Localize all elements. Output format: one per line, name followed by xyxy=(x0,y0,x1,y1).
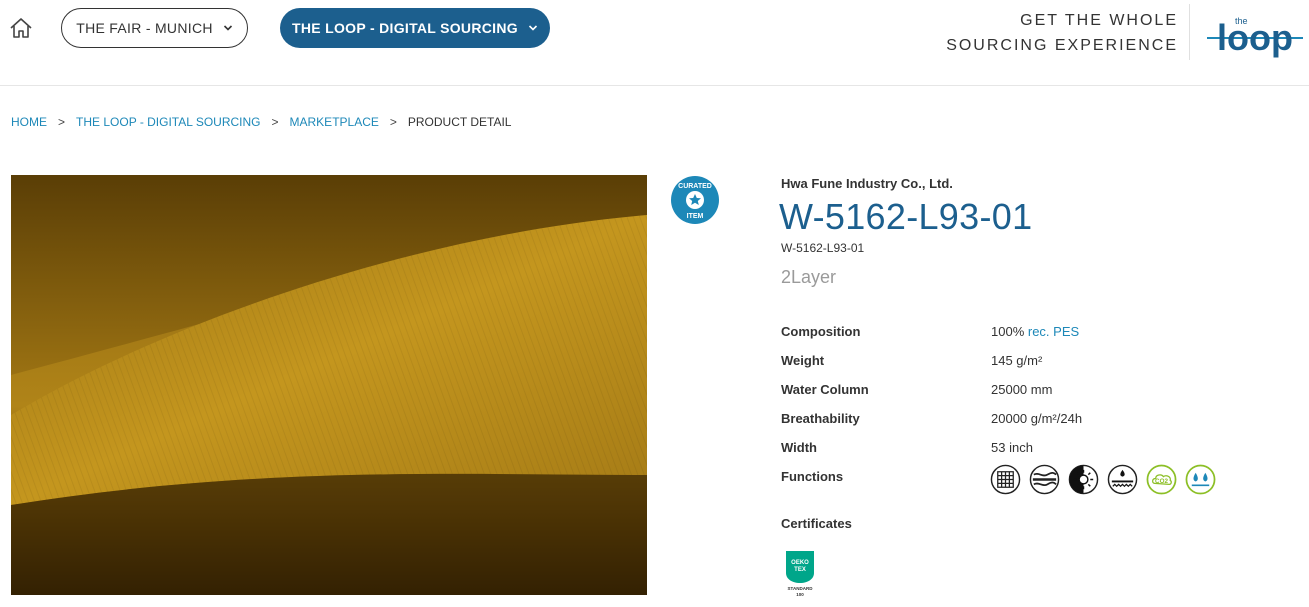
cert-line-2: TEX xyxy=(794,567,806,573)
svg-text:CO2: CO2 xyxy=(1155,478,1168,485)
product-image[interactable] xyxy=(11,175,647,595)
tagline-line-1: GET THE WHOLE xyxy=(1020,12,1178,29)
top-header: THE FAIR - MUNICH THE LOOP - DIGITAL SOU… xyxy=(0,0,1309,86)
tagline-line-2: SOURCING EXPERIENCE xyxy=(946,37,1178,54)
breadcrumb-separator: > xyxy=(389,115,397,129)
nav-fair-label: THE FAIR - MUNICH xyxy=(76,20,213,36)
spec-label: Composition xyxy=(781,324,861,339)
logo-main-text: loop xyxy=(1217,17,1293,58)
certificates-heading: Certificates xyxy=(781,516,852,531)
spec-value: 145 g/m² xyxy=(991,353,1043,368)
spec-value: 100% rec. PES xyxy=(991,324,1079,339)
spec-label: Weight xyxy=(781,353,825,368)
spec-label: Functions xyxy=(781,469,844,484)
nav-loop-label: THE LOOP - DIGITAL SOURCING xyxy=(292,20,518,36)
breadcrumb-separator: > xyxy=(271,115,279,129)
uv-protection-icon[interactable] xyxy=(1068,464,1099,495)
breadcrumb-current: PRODUCT DETAIL xyxy=(407,115,512,129)
chevron-down-icon xyxy=(223,25,232,31)
home-icon[interactable] xyxy=(9,17,33,39)
company-name[interactable]: Hwa Fune Industry Co., Ltd. xyxy=(781,176,953,191)
product-title: W-5162-L93-01 xyxy=(779,196,1033,237)
cert-line-1: OEKO xyxy=(791,560,809,566)
nav-the-loop-button[interactable]: THE LOOP - DIGITAL SOURCING xyxy=(280,8,550,48)
header-tagline: GET THE WHOLE SOURCING EXPERIENCE xyxy=(946,8,1178,58)
spec-value: 53 inch xyxy=(991,440,1033,455)
badge-top-text: CURATED xyxy=(678,183,712,190)
breadcrumb-separator: > xyxy=(58,115,66,129)
wind-layers-icon[interactable] xyxy=(1029,464,1060,495)
composition-value: 100% xyxy=(991,324,1028,339)
spec-value: 20000 g/m²/24h xyxy=(991,411,1083,426)
breadcrumb: HOME > THE LOOP - DIGITAL SOURCING > MAR… xyxy=(11,115,511,129)
co2-reduced-icon[interactable]: CO2 xyxy=(1146,464,1177,495)
chevron-down-icon xyxy=(528,25,538,31)
cert-line-3: STANDARD xyxy=(788,586,814,591)
curated-item-badge: CURATED ITEM xyxy=(671,176,719,224)
breadcrumb-the-loop[interactable]: THE LOOP - DIGITAL SOURCING xyxy=(76,115,260,129)
header-divider xyxy=(1189,4,1190,60)
spec-label: Width xyxy=(781,440,817,455)
spec-label: Breathability xyxy=(781,411,860,426)
the-loop-logo[interactable]: the loop xyxy=(1205,10,1305,62)
spec-label: Water Column xyxy=(781,382,869,397)
membrane-icon[interactable] xyxy=(1107,464,1138,495)
function-icons: CO2 xyxy=(990,464,1216,495)
oeko-tex-standard-100-icon[interactable]: OEKO TEX STANDARD 100 xyxy=(784,549,816,597)
product-subtitle: 2Layer xyxy=(781,267,837,287)
badge-bottom-text: ITEM xyxy=(687,213,704,220)
breadcrumb-home[interactable]: HOME xyxy=(11,115,47,129)
water-repellent-icon[interactable] xyxy=(1185,464,1216,495)
nav-the-fair-munich-button[interactable]: THE FAIR - MUNICH xyxy=(61,8,248,48)
product-code: W-5162-L93-01 xyxy=(781,241,865,255)
spec-value: 25000 mm xyxy=(991,382,1053,397)
composition-highlight[interactable]: rec. PES xyxy=(1028,324,1079,339)
breadcrumb-marketplace[interactable]: MARKETPLACE xyxy=(290,115,379,129)
woven-structure-icon[interactable] xyxy=(990,464,1021,495)
cert-line-4: 100 xyxy=(796,592,804,597)
